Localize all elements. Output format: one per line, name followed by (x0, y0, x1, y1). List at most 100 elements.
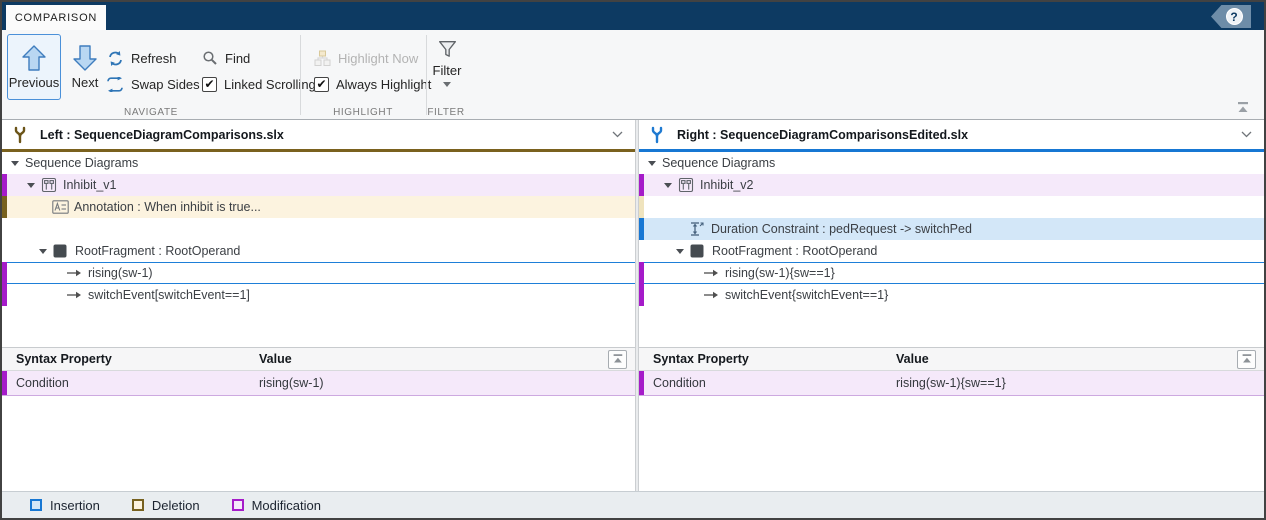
property-value: rising(sw-1){sw==1} (896, 376, 1264, 390)
refresh-button[interactable]: Refresh (107, 47, 177, 69)
ribbon-tab-bar: COMPARISON ? (2, 2, 1264, 30)
swap-sides-button[interactable]: Swap Sides (106, 73, 200, 95)
tree-row-rootfragment[interactable]: RootFragment : RootOperand (2, 240, 635, 262)
message-arrow-icon (66, 289, 83, 301)
left-property-row-condition[interactable]: Condition rising(sw-1) (2, 371, 635, 396)
swap-sides-label: Swap Sides (131, 77, 200, 92)
expander-icon[interactable] (26, 180, 36, 190)
legend-insertion-label: Insertion (50, 498, 100, 513)
right-property-row-condition[interactable]: Condition rising(sw-1){sw==1} (639, 371, 1264, 396)
tree-row-message-switchevent[interactable]: switchEvent[switchEvent==1] (2, 284, 635, 306)
left-property-table-header: Syntax Property Value (2, 347, 635, 371)
legend-deletion-label: Deletion (152, 498, 200, 513)
compare-fork-icon (649, 126, 665, 144)
legend-deletion: Deletion (132, 498, 200, 513)
linked-scrolling-checkbox[interactable]: ✔ Linked Scrolling (202, 73, 316, 95)
column-syntax-property: Syntax Property (16, 352, 259, 366)
collapse-ribbon-icon[interactable] (1235, 101, 1250, 114)
tree-row-message-rising[interactable]: rising(sw-1){sw==1} (639, 262, 1264, 284)
filter-button[interactable]: Filter (428, 36, 466, 114)
next-button[interactable]: Next (65, 34, 105, 100)
arrow-down-icon (73, 45, 97, 71)
tree-label: rising(sw-1){sw==1} (725, 266, 835, 280)
previous-button[interactable]: Previous (7, 34, 61, 100)
modification-marker (639, 284, 644, 306)
refresh-label: Refresh (131, 51, 177, 66)
help-button[interactable]: ? (1211, 5, 1251, 28)
always-highlight-checkbox[interactable]: ✔ Always Highlight (314, 73, 431, 95)
tree-label: Sequence Diagrams (662, 156, 775, 170)
modification-marker (2, 371, 7, 395)
comparison-main-area: Left : SequenceDiagramComparisons.slx Se… (2, 120, 1264, 491)
tree-label: Duration Constraint : pedRequest -> swit… (711, 222, 972, 236)
legend-modification: Modification (232, 498, 321, 513)
right-panel: Right : SequenceDiagramComparisonsEdited… (639, 120, 1264, 491)
chevron-down-icon[interactable] (612, 131, 623, 138)
modification-marker (639, 174, 644, 196)
ribbon-toolbar: Previous Next Refresh (2, 30, 1264, 120)
collapse-pane-button[interactable] (1237, 350, 1256, 369)
filter-label: Filter (433, 63, 462, 78)
duration-constraint-icon (689, 221, 706, 237)
sequence-diagram-icon (678, 177, 695, 193)
collapse-pane-button[interactable] (608, 350, 627, 369)
right-file-title: Right : SequenceDiagramComparisonsEdited… (677, 128, 1241, 142)
tree-row-message-switchevent[interactable]: switchEvent{switchEvent==1} (639, 284, 1264, 306)
tree-row-sequence-diagrams[interactable]: Sequence Diagrams (639, 152, 1264, 174)
swap-sides-icon (106, 77, 124, 92)
legend-insertion: Insertion (30, 498, 100, 513)
right-property-table-header: Syntax Property Value (639, 347, 1264, 371)
legend-bar: Insertion Deletion Modification (2, 491, 1264, 518)
root-fragment-icon (690, 244, 707, 258)
highlight-now-icon (314, 50, 331, 67)
modification-marker (639, 262, 644, 284)
question-mark-icon: ? (1226, 8, 1243, 25)
always-highlight-label: Always Highlight (336, 77, 431, 92)
expander-icon[interactable] (10, 158, 20, 168)
tree-label: switchEvent{switchEvent==1} (725, 288, 888, 302)
column-value: Value (896, 352, 1237, 366)
tree-label: Inhibit_v2 (700, 178, 754, 192)
property-name: Condition (16, 376, 259, 390)
highlight-now-label: Highlight Now (338, 51, 418, 66)
tree-label: Annotation : When inhibit is true... (74, 200, 261, 214)
tree-row-blank (2, 218, 635, 240)
deletion-swatch-icon (132, 499, 144, 511)
annotation-icon (52, 200, 69, 214)
column-syntax-property: Syntax Property (653, 352, 896, 366)
tree-row-sequence-diagrams[interactable]: Sequence Diagrams (2, 152, 635, 174)
chevron-down-icon[interactable] (1241, 131, 1252, 138)
expander-icon[interactable] (38, 246, 48, 256)
expander-icon[interactable] (647, 158, 657, 168)
filter-funnel-icon (438, 40, 457, 59)
property-value: rising(sw-1) (259, 376, 635, 390)
expander-icon[interactable] (675, 246, 685, 256)
tree-row-rootfragment[interactable]: RootFragment : RootOperand (639, 240, 1264, 262)
tree-row-inhibit-v2[interactable]: Inhibit_v2 (639, 174, 1264, 196)
next-label: Next (72, 75, 99, 90)
deletion-marker (2, 196, 7, 218)
previous-label: Previous (9, 75, 60, 90)
insertion-swatch-icon (30, 499, 42, 511)
insertion-marker (639, 218, 644, 240)
tree-row-duration-constraint[interactable]: Duration Constraint : pedRequest -> swit… (639, 218, 1264, 240)
left-panel: Left : SequenceDiagramComparisons.slx Se… (2, 120, 635, 491)
checkbox-checked-icon: ✔ (314, 77, 329, 92)
tree-label: rising(sw-1) (88, 266, 153, 280)
modification-swatch-icon (232, 499, 244, 511)
expander-icon[interactable] (663, 180, 673, 190)
section-highlight: HIGHLIGHT (300, 107, 426, 118)
tab-comparison[interactable]: COMPARISON (6, 5, 106, 30)
search-icon (202, 50, 218, 66)
comparison-tool-window: COMPARISON ? Previous Next (0, 0, 1266, 520)
tree-row-annotation[interactable]: Annotation : When inhibit is true... (2, 196, 635, 218)
tree-row-message-rising[interactable]: rising(sw-1) (2, 262, 635, 284)
modification-marker (2, 262, 7, 284)
modification-marker (2, 174, 7, 196)
root-fragment-icon (53, 244, 70, 258)
message-arrow-icon (66, 267, 83, 279)
tree-row-blank-deleted (639, 196, 1264, 218)
modification-marker (2, 284, 7, 306)
find-button[interactable]: Find (202, 47, 250, 69)
tree-row-inhibit-v1[interactable]: Inhibit_v1 (2, 174, 635, 196)
